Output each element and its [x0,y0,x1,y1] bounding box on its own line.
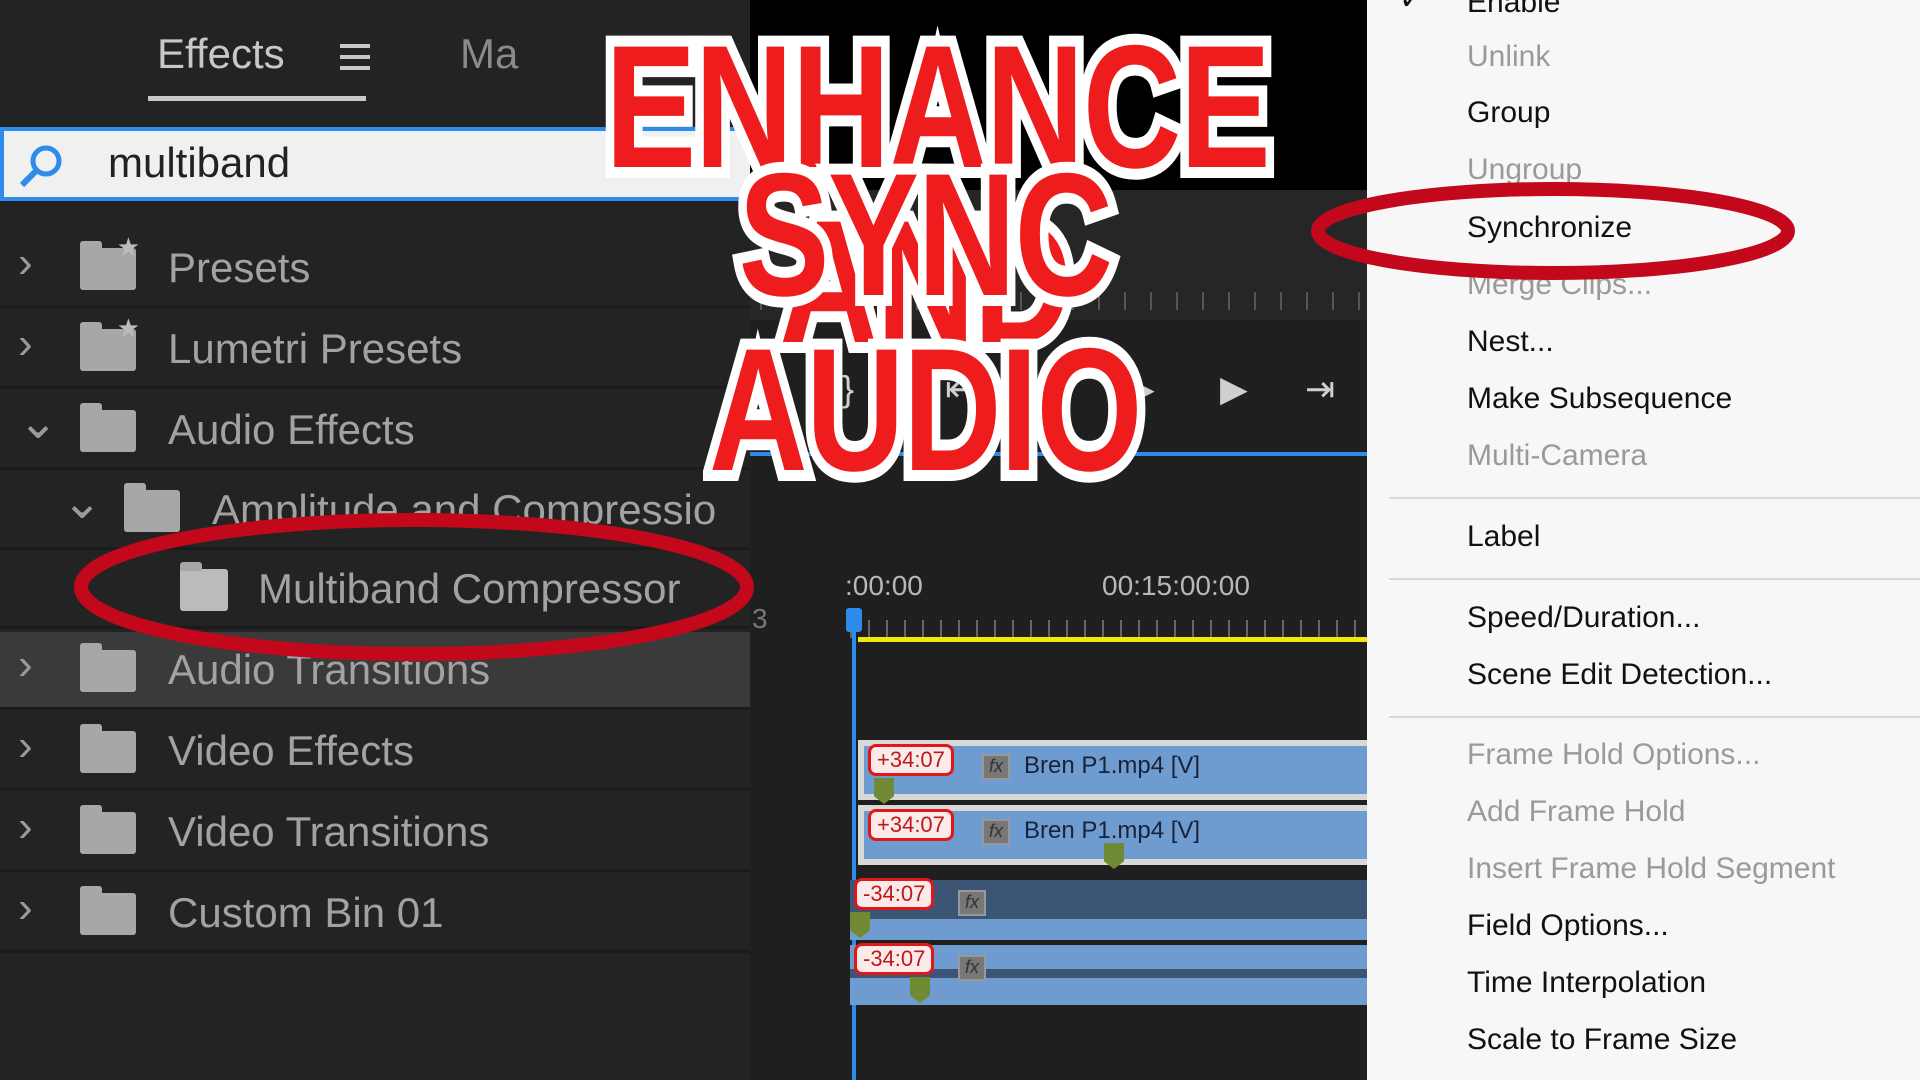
menu-item-unlink[interactable]: Unlink [1467,40,1550,74]
menu-separator [1389,497,1920,499]
sync-offset-badge: +34:07 [868,744,954,776]
menu-item-multi-camera[interactable]: Multi-Camera [1467,439,1647,473]
chevron-right-icon[interactable]: › [18,802,33,852]
tree-item-label: Presets [168,244,311,291]
sync-offset-badge: -34:07 [854,943,935,975]
clip-name: Bren P1.mp4 [V] [1024,752,1201,779]
tab-markers[interactable]: Ma [460,30,518,78]
folder-icon [80,403,136,452]
tree-item[interactable]: › Video Transitions [0,794,750,872]
tree-item-label: Video Transitions [168,808,490,855]
tree-item-label: Audio Effects [168,406,415,453]
tree-item-label: Lumetri Presets [168,325,463,372]
search-icon [19,145,62,188]
fx-badge-icon: fx [982,819,1010,845]
menu-item-scale-to-frame-size[interactable]: Scale to Frame Size [1467,1023,1737,1057]
overlay-title-line2: SYNC AUDIO [700,137,1151,509]
go-to-out-icon[interactable]: ⇥ [1305,368,1335,410]
preset-folder-icon: ★ [80,232,140,290]
tree-item-label: Multiband Compressor [258,565,681,612]
tree-item[interactable]: Multiband Compressor [0,551,750,629]
tree-item[interactable]: › Custom Bin 01 [0,875,750,953]
folder-icon [80,805,136,854]
folder-icon [124,483,180,532]
menu-item-insert-frame-hold-segment[interactable]: Insert Frame Hold Segment [1467,852,1835,886]
marker-icon [910,977,930,1003]
menu-item-ungroup[interactable]: Ungroup [1467,153,1582,187]
chevron-right-icon[interactable]: › [18,238,33,288]
menu-item-group[interactable]: Group [1467,96,1550,130]
folder-icon [80,643,136,692]
chevron-down-icon[interactable]: ⌄ [62,474,102,530]
fx-badge-icon: fx [982,754,1010,780]
timecode-start: :00:00 [845,570,923,601]
panel-menu-icon[interactable] [340,44,370,70]
timecode-15min: 00:15:00:00 [1102,570,1250,601]
menu-item-field-options[interactable]: Field Options... [1467,909,1669,943]
menu-item-speed-duration[interactable]: Speed/Duration... [1467,601,1700,635]
folder-icon [80,886,136,935]
menu-item-time-interpolation[interactable]: Time Interpolation [1467,966,1706,1000]
chevron-right-icon[interactable]: › [18,883,33,933]
fx-badge-icon: fx [958,890,986,916]
context-menu: Enable ✓ Unlink Group Ungroup Synchronize Merg… [1367,0,1920,1080]
chevron-right-icon[interactable]: › [18,319,33,369]
menu-item-merge-clips[interactable]: Merge Clips... [1467,268,1652,302]
timeline-ticks [850,620,1367,638]
video-clip[interactable]: +34:07 fx Bren P1.mp4 [V] [858,740,1368,804]
tab-effects[interactable]: Effects [157,30,285,78]
menu-separator [1389,716,1920,718]
audio-effect-icon [180,562,228,611]
audio-clip[interactable]: -34:07 fx [850,878,1368,940]
work-area-bar[interactable] [858,637,1367,642]
chevron-right-icon[interactable]: › [18,721,33,771]
menu-item-make-subsequence[interactable]: Make Subsequence [1467,382,1732,416]
preset-folder-icon: ★ [80,313,140,371]
menu-item-nest[interactable]: Nest... [1467,325,1554,359]
menu-item-enable[interactable]: Enable [1467,0,1560,20]
tree-item[interactable]: › Video Effects [0,713,750,791]
folder-icon [80,724,136,773]
active-tab-underline [148,96,366,101]
tree-item-label: Audio Transitions [168,646,491,693]
clip-name: Bren P1.mp4 [V] [1024,817,1201,844]
tree-item[interactable]: › Audio Transitions [0,632,750,710]
playhead[interactable] [852,608,856,1080]
sync-offset-badge: -34:07 [854,878,935,910]
playhead-handle[interactable] [846,608,862,632]
chevron-right-icon[interactable]: › [18,640,33,690]
fx-badge-icon: fx [958,955,986,981]
tree-item-label: Video Effects [168,727,414,774]
video-clip[interactable]: +34:07 fx Bren P1.mp4 [V] [858,805,1368,869]
menu-separator [1389,578,1920,580]
marker-icon [850,912,870,938]
track-label: 3 [752,603,768,634]
audio-clip[interactable]: -34:07 fx [850,943,1368,1005]
menu-item-synchronize[interactable]: Synchronize [1467,211,1632,245]
sync-offset-badge: +34:07 [868,809,954,841]
tree-item-label: Custom Bin 01 [168,889,444,936]
menu-item-add-frame-hold[interactable]: Add Frame Hold [1467,795,1685,829]
checkmark-icon: ✓ [1399,0,1424,17]
menu-item-label[interactable]: Label [1467,520,1540,554]
menu-item-scene-edit-detection[interactable]: Scene Edit Detection... [1467,658,1772,692]
chevron-down-icon[interactable]: ⌄ [18,394,58,450]
menu-item-frame-hold-options[interactable]: Frame Hold Options... [1467,738,1760,772]
search-value: multiband [108,139,291,186]
